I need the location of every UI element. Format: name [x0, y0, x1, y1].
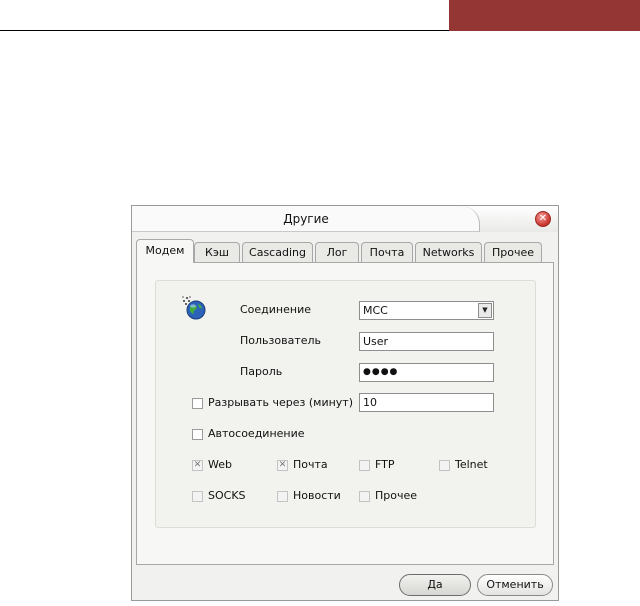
web-checkbox[interactable]: ✕ [192, 460, 203, 471]
connection-label: Соединение [240, 303, 312, 316]
disconnect-minutes-input[interactable]: 10 [359, 393, 494, 412]
other-label: Прочее [375, 489, 418, 502]
tab-mail[interactable]: Почта [361, 242, 413, 262]
user-label: Пользователь [240, 334, 322, 347]
autoconnect-label: Автосоединение [208, 427, 305, 440]
telnet-label: Telnet [455, 458, 488, 471]
dialog-title: Другие [283, 212, 329, 226]
user-input[interactable]: User [359, 332, 494, 351]
mail-label: Почта [293, 458, 328, 471]
disconnect-label: Разрывать через (минут) [208, 396, 354, 409]
globe-modem-icon [181, 294, 207, 320]
tab-log[interactable]: Лог [315, 242, 359, 262]
password-label: Пароль [240, 365, 283, 378]
tab-other[interactable]: Прочее [484, 242, 542, 262]
other-checkbox[interactable] [359, 491, 370, 502]
dialog-titlebar: Другие ✕ [132, 206, 558, 232]
tab-modem[interactable]: Модем [136, 239, 194, 263]
socks-checkbox[interactable] [192, 491, 203, 502]
ftp-checkbox[interactable] [359, 460, 370, 471]
tab-cache[interactable]: Кэш [194, 242, 240, 262]
disconnect-checkbox[interactable] [192, 398, 203, 409]
ok-button[interactable]: Да [399, 574, 471, 596]
chevron-down-icon[interactable]: ▼ [478, 303, 492, 318]
cancel-button[interactable]: Отменить [477, 574, 553, 596]
options-dialog: Другие ✕ Модем Кэш Cascading Лог Почта N… [131, 205, 559, 601]
tab-networks[interactable]: Networks [415, 242, 482, 262]
modem-settings-group: Соединение MCC ▼ Пользователь User Парол… [155, 280, 536, 528]
close-icon[interactable]: ✕ [535, 211, 551, 227]
tab-panel-modem: Соединение MCC ▼ Пользователь User Парол… [136, 262, 554, 565]
connection-select-value: MCC [363, 304, 388, 317]
password-input[interactable]: ●●●● [359, 363, 494, 382]
ftp-label: FTP [375, 458, 395, 471]
news-checkbox[interactable] [277, 491, 288, 502]
socks-label: SOCKS [208, 489, 246, 502]
telnet-checkbox[interactable] [439, 460, 450, 471]
news-label: Новости [293, 489, 341, 502]
mail-checkbox[interactable]: ✕ [277, 460, 288, 471]
autoconnect-checkbox[interactable] [192, 429, 203, 440]
page-header-accent-bar [449, 0, 640, 31]
tab-cascading[interactable]: Cascading [242, 242, 313, 262]
web-label: Web [208, 458, 232, 471]
connection-select[interactable]: MCC ▼ [359, 301, 494, 320]
